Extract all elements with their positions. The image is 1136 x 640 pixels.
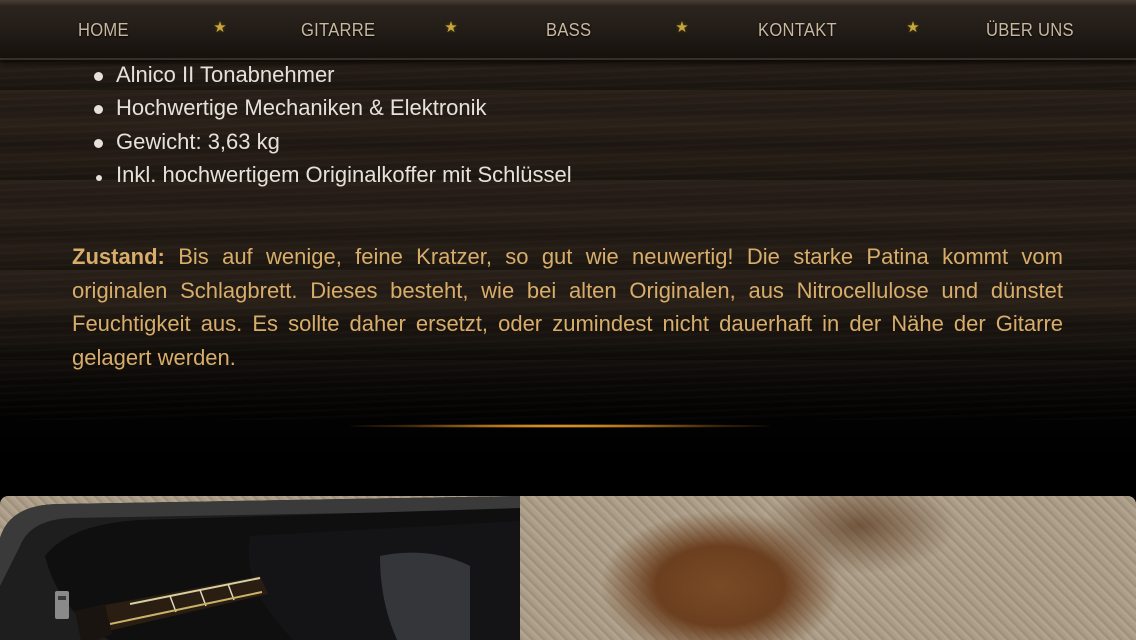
page: HOME ★ GITARRE ★ BASS ★ KONTAKT ★ ÜBER U… <box>0 0 1136 640</box>
list-item: Gewicht: 3,63 kg <box>92 127 572 160</box>
list-item: Alnico II Tonabnehmer <box>92 60 572 93</box>
nav-item-bass[interactable]: BASS <box>546 18 591 42</box>
star-icon: ★ <box>444 19 458 36</box>
guitar-case-photo <box>0 496 1136 640</box>
glow-divider <box>350 424 770 428</box>
condition-label: Zustand: <box>72 244 165 269</box>
bullet-icon <box>96 175 102 182</box>
bullet-icon <box>94 105 103 115</box>
nav-item-ueber-uns[interactable]: ÜBER UNS <box>986 18 1074 42</box>
feature-text: Inkl. hochwertigem Originalkoffer mit Sc… <box>116 162 572 188</box>
star-icon: ★ <box>213 19 227 36</box>
nav-item-kontakt[interactable]: KONTAKT <box>758 18 837 42</box>
nav-item-gitarre[interactable]: GITARRE <box>301 18 375 42</box>
feature-text: Hochwertige Mechaniken & Elektronik <box>116 95 487 121</box>
condition-paragraph: Zustand: Bis auf wenige, feine Kratzer, … <box>72 240 1063 374</box>
feature-list: Alnico II Tonabnehmer Hochwertige Mechan… <box>92 60 572 194</box>
main-navigation: HOME ★ GITARRE ★ BASS ★ KONTAKT ★ ÜBER U… <box>0 0 1136 60</box>
list-item: Inkl. hochwertigem Originalkoffer mit Sc… <box>92 160 572 193</box>
feature-text: Gewicht: 3,63 kg <box>116 128 280 154</box>
guitar-case-image <box>0 496 520 640</box>
star-icon: ★ <box>675 19 689 36</box>
nav-item-home[interactable]: HOME <box>78 18 129 42</box>
condition-text: Bis auf wenige, feine Kratzer, so gut wi… <box>72 244 1063 370</box>
list-item: Hochwertige Mechaniken & Elektronik <box>92 93 572 126</box>
bullet-icon <box>94 138 103 148</box>
feature-text: Alnico II Tonabnehmer <box>116 62 335 87</box>
star-icon: ★ <box>906 19 920 36</box>
bullet-icon <box>94 72 103 81</box>
